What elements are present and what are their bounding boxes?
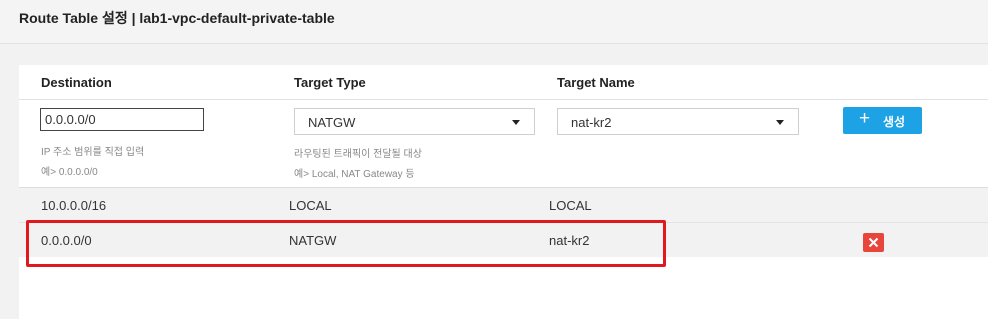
target-type-help-text: 라우팅된 트래픽이 전달될 대상 [294, 149, 422, 160]
page-header: Route Table 설정 | lab1-vpc-default-privat… [0, 0, 988, 44]
row-destination: 10.0.0.0/16 [41, 198, 107, 213]
target-name-select[interactable]: nat-kr2 [557, 108, 799, 135]
destination-input[interactable] [40, 108, 204, 131]
page-title: Route Table 설정 | lab1-vpc-default-privat… [19, 10, 335, 26]
column-header-target-type: Target Type [294, 75, 366, 90]
create-button-label: 생성 [883, 115, 906, 129]
column-header-destination: Destination [41, 75, 112, 90]
destination-example-text: 예> 0.0.0.0/0 [41, 167, 98, 178]
delete-route-button[interactable] [863, 233, 884, 252]
column-header-target-name: Target Name [557, 75, 635, 90]
table-row: 10.0.0.0/16 LOCAL LOCAL [19, 188, 988, 222]
row-target-name: LOCAL [549, 198, 592, 213]
chevron-down-icon [512, 120, 520, 125]
annotation-highlight-box [26, 220, 666, 267]
chevron-down-icon [776, 120, 784, 125]
target-name-selected-value: nat-kr2 [571, 115, 612, 130]
target-type-selected-value: NATGW [308, 115, 356, 130]
plus-icon: + [859, 108, 871, 129]
route-table-panel: Destination Target Type Target Name NATG… [19, 65, 988, 319]
create-route-button[interactable]: + 생성 [843, 107, 922, 134]
destination-help-text: IP 주소 범위를 직접 입력 [41, 147, 145, 158]
close-icon [868, 237, 879, 248]
row-target-type: LOCAL [289, 198, 332, 213]
target-type-example-text: 예> Local, NAT Gateway 등 [294, 169, 415, 180]
header-divider [19, 99, 988, 100]
target-type-select[interactable]: NATGW [294, 108, 535, 135]
